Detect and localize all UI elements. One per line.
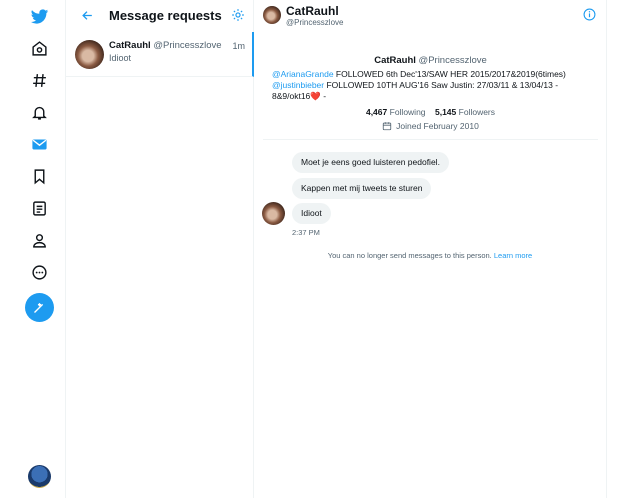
sidebar-nav	[0, 0, 66, 498]
message-bubble[interactable]: Kappen met mij tweets te sturen	[292, 178, 432, 199]
settings-gear-icon[interactable]	[231, 8, 245, 22]
requests-header: Message requests	[66, 0, 253, 30]
learn-more-link[interactable]: Learn more	[494, 251, 532, 260]
explore-hashtag-icon[interactable]	[25, 66, 53, 94]
profile-stats: 4,467 Following 5,145 Followers	[263, 107, 598, 117]
sender-avatar[interactable]	[262, 202, 285, 225]
conversation-preview: Idioot	[109, 53, 132, 63]
lists-icon[interactable]	[25, 194, 53, 222]
followers-count: 5,145	[434, 107, 457, 117]
profile-joined: Joined February 2010	[263, 121, 598, 131]
profile-display-name: CatRauhl	[374, 55, 416, 66]
compose-tweet-icon	[34, 303, 44, 313]
heart-emoji: ❤️	[310, 91, 321, 101]
requests-title: Message requests	[109, 7, 222, 23]
notifications-bell-icon[interactable]	[25, 98, 53, 126]
more-icon[interactable]	[25, 258, 53, 286]
bio-mention-link[interactable]: @justinbieber	[272, 80, 324, 90]
notice-text: You can no longer send messages to this …	[327, 251, 492, 260]
sender-name: CatRauhl	[109, 40, 151, 51]
conversation-header-handle: @Princesszlove	[286, 18, 344, 27]
home-icon[interactable]	[25, 34, 53, 62]
profile-icon[interactable]	[25, 226, 53, 254]
sender-handle: @Princesszlove	[153, 40, 222, 51]
following-label: Following	[389, 107, 426, 117]
conversation-list-item[interactable]: CatRauhl @Princesszlove 1m Idioot	[66, 32, 254, 77]
bio-text: -	[320, 91, 327, 101]
message-requests-panel: Message requests CatRauhl @Princesszlove…	[66, 0, 254, 498]
blocked-notice: You can no longer send messages to this …	[254, 251, 606, 260]
messages-envelope-icon[interactable]	[25, 130, 53, 158]
conversation-time: 1m	[232, 41, 245, 51]
message-bubble[interactable]: Moet je eens goed luisteren pedofiel.	[292, 152, 449, 173]
back-arrow-icon[interactable]	[78, 6, 96, 24]
profile-name: CatRauhl @Princesszlove	[263, 55, 598, 66]
calendar-icon	[382, 122, 392, 131]
profile-bio: @ArianaGrande FOLLOWED 6th Dec'13/SAW HE…	[272, 69, 580, 102]
joined-date: Joined February 2010	[396, 121, 479, 131]
compose-tweet-button[interactable]	[25, 293, 54, 322]
bio-mention-link[interactable]: @ArianaGrande	[272, 69, 334, 79]
message-bubble[interactable]: Idioot	[292, 203, 331, 224]
following-count: 4,467	[365, 107, 388, 117]
conversation-header-name: CatRauhl	[286, 4, 339, 18]
followers-label: Followers	[458, 107, 496, 117]
message-timestamp: 2:37 PM	[292, 228, 320, 237]
bio-text: FOLLOWED 6th Dec'13/SAW HER 2015/2017&20…	[333, 69, 566, 79]
header-avatar[interactable]	[263, 6, 281, 24]
avatar	[75, 40, 104, 69]
account-avatar[interactable]	[28, 465, 51, 488]
bookmarks-icon[interactable]	[25, 162, 53, 190]
info-icon[interactable]	[583, 8, 596, 21]
conversation-name: CatRauhl @Princesszlove	[109, 40, 222, 51]
profile-card[interactable]: CatRauhl @Princesszlove @ArianaGrande FO…	[263, 40, 598, 140]
profile-handle: @Princesszlove	[418, 55, 487, 66]
twitter-logo-icon[interactable]	[25, 2, 53, 30]
conversation-pane: CatRauhl @Princesszlove CatRauhl @Prince…	[254, 0, 607, 498]
